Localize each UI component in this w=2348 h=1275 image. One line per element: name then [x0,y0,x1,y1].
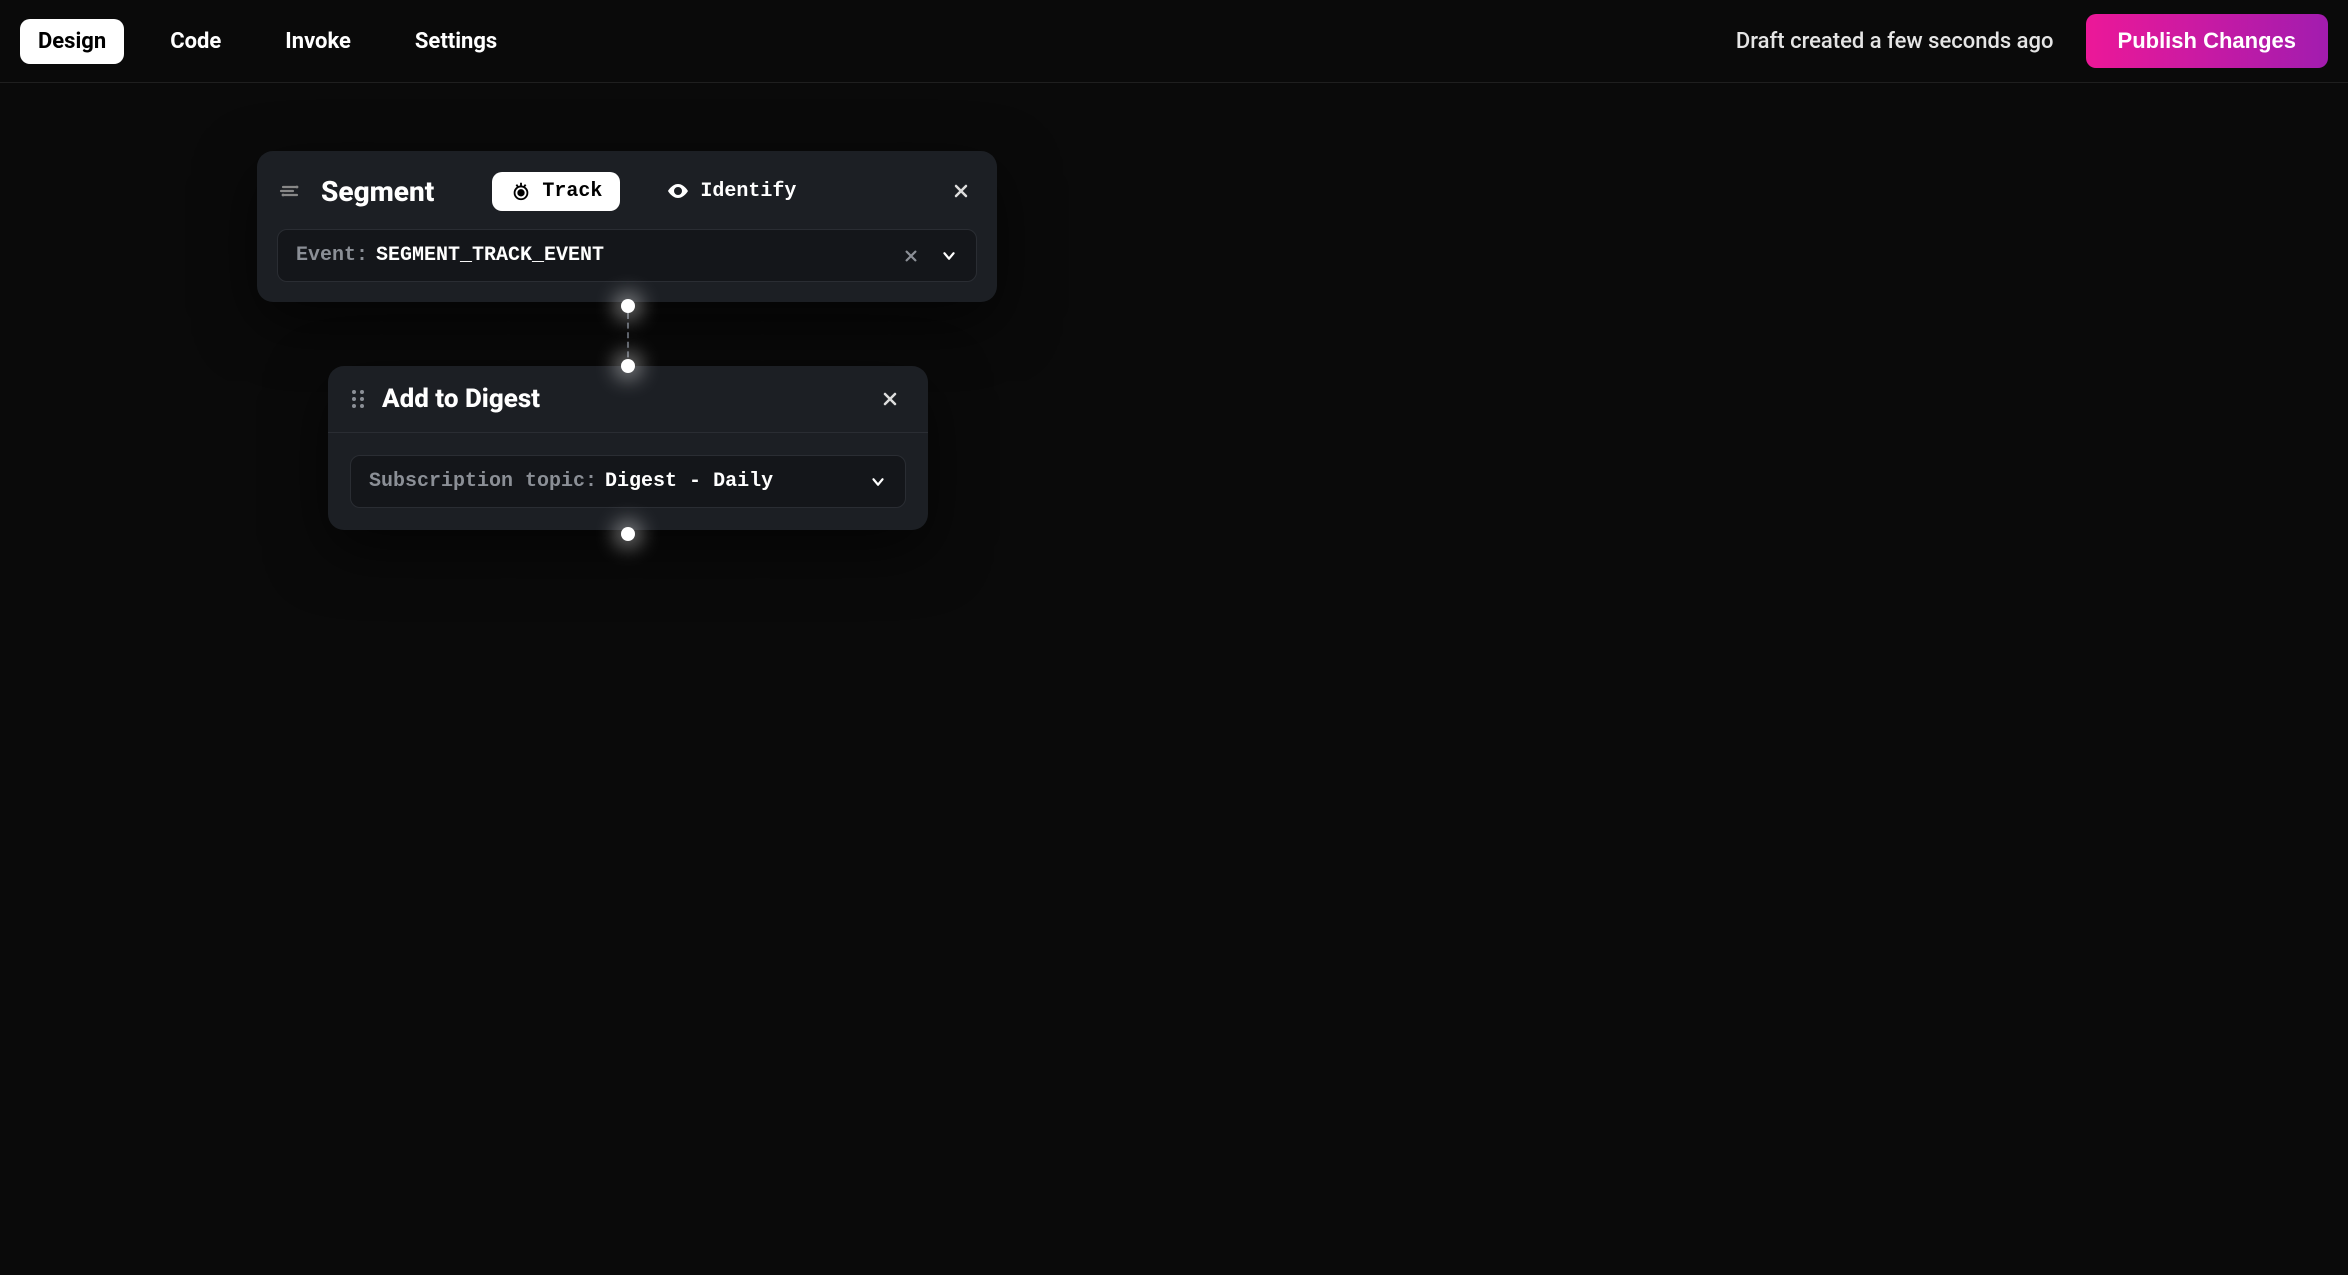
segment-toggle-group: Track Identify [492,171,814,211]
connector-dot-bottom[interactable] [621,527,635,541]
toggle-track[interactable]: Track [492,172,620,211]
event-label: Event: [296,244,368,267]
chevron-down-icon[interactable] [940,247,958,265]
toggle-identify[interactable]: Identify [648,171,814,211]
connector-dot-out[interactable] [621,299,635,313]
eye-icon [666,179,690,203]
subscription-topic-select[interactable]: Subscription topic: Digest - Daily [350,455,906,508]
tab-design[interactable]: Design [20,19,124,64]
toggle-identify-label: Identify [700,180,796,203]
chevron-down-icon[interactable] [869,473,887,491]
tab-settings[interactable]: Settings [397,19,515,64]
event-clear-button[interactable] [904,249,918,263]
workflow-canvas[interactable]: Segment Track [0,83,2348,1275]
event-value: SEGMENT_TRACK_EVENT [376,244,904,267]
subscription-topic-label: Subscription topic: [369,470,597,493]
header-tabs: Design Code Invoke Settings [20,19,515,64]
digest-node-body: Subscription topic: Digest - Daily [328,433,928,530]
segment-icon [277,178,303,204]
digest-node[interactable]: Add to Digest Subscription topic: Digest… [328,366,928,530]
draft-status: Draft created a few seconds ago [1736,29,2054,54]
toggle-track-label: Track [542,180,602,203]
event-select[interactable]: Event: SEGMENT_TRACK_EVENT [277,229,977,282]
digest-node-header: Add to Digest [328,366,928,433]
drag-handle-icon[interactable] [350,388,366,410]
segment-node-header: Segment Track [277,171,977,211]
segment-close-button[interactable] [945,179,977,203]
segment-node-title: Segment [321,175,434,208]
header: Design Code Invoke Settings Draft create… [0,0,2348,83]
digest-node-title: Add to Digest [382,384,540,414]
header-right: Draft created a few seconds ago Publish … [1736,14,2328,68]
track-icon [510,180,532,202]
publish-changes-button[interactable]: Publish Changes [2086,14,2328,68]
segment-node[interactable]: Segment Track [257,151,997,302]
connector-dot-in[interactable] [621,359,635,373]
digest-close-button[interactable] [874,387,906,411]
tab-invoke[interactable]: Invoke [267,19,369,64]
tab-code[interactable]: Code [152,19,239,64]
subscription-topic-value: Digest - Daily [605,470,869,493]
